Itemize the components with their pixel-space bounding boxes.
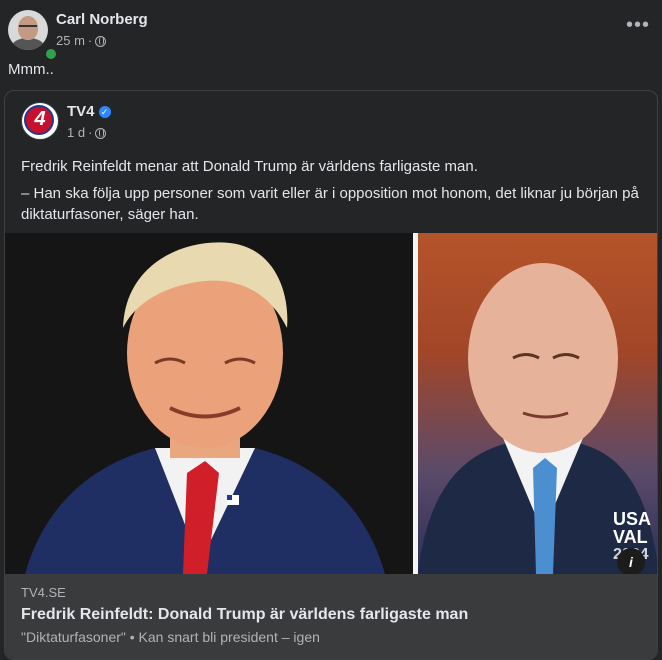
shared-post-text: Fredrik Reinfeldt menar att Donald Trump… [21,156,645,231]
post-header: Carl Norberg 25 m · [8,10,148,61]
link-subtitle: "Diktaturfasoner" • Kan snart bli presid… [21,629,320,645]
shared-paragraph: – Han ska följa upp personer som varit e… [21,185,639,223]
avatar[interactable] [8,10,48,50]
author-block: Carl Norberg 25 m · [56,10,148,50]
more-options-button[interactable]: ••• [626,14,650,37]
globe-icon [95,127,107,139]
info-button[interactable]: i [617,548,645,576]
shared-post-header: 4 TV4 ✓ 1 d · [21,102,111,142]
globe-icon [95,35,107,47]
online-status-dot [44,47,58,61]
shared-paragraph: Fredrik Reinfeldt menar att Donald Trump… [21,158,478,175]
link-image[interactable]: USA VAL 2024 i [5,233,657,576]
link-title[interactable]: Fredrik Reinfeldt: Donald Trump är värld… [21,606,468,624]
shared-post-time[interactable]: 1 d [67,124,85,142]
link-domain: TV4.SE [21,585,66,600]
shared-author-name[interactable]: TV4 [67,102,95,121]
verified-icon: ✓ [98,105,111,118]
reinfeldt-photo: USA VAL 2024 [418,233,657,574]
trump-photo [5,233,413,574]
post-text: Mmm.. [8,61,54,78]
meta-separator: · [88,125,93,140]
post-time[interactable]: 25 m [56,32,85,50]
tv4-logo[interactable]: 4 [21,102,59,140]
meta-separator: · [87,33,93,48]
post-meta: 25 m · [56,32,148,50]
shared-post-meta: 1 d · [67,124,111,142]
shared-post-card[interactable]: 4 TV4 ✓ 1 d · Fredrik Reinfeldt menar at… [4,90,658,660]
author-name[interactable]: Carl Norberg [56,10,148,29]
link-footer[interactable]: TV4.SE Fredrik Reinfeldt: Donald Trump ä… [5,574,657,659]
